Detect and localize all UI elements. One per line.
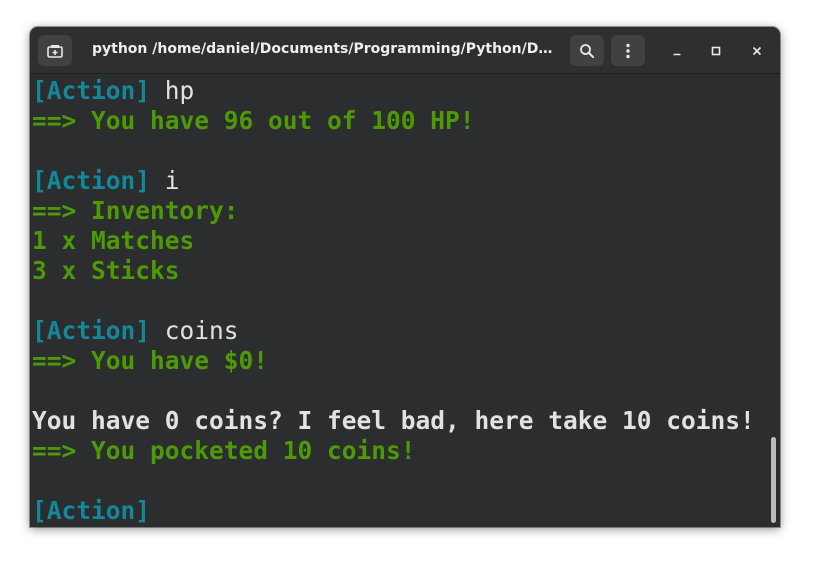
terminal-line: ==> You have 96 out of 100 HP! <box>32 106 475 135</box>
new-tab-icon <box>47 44 63 58</box>
terminal-line: 3 x Sticks <box>32 256 180 285</box>
search-button[interactable] <box>570 35 604 66</box>
terminal-line: You have 0 coins? I feel bad, here take … <box>32 406 755 435</box>
new-tab-button[interactable] <box>38 35 72 66</box>
action-prompt: [Action] <box>32 76 151 105</box>
window-title: python /home/daniel/Documents/Programmin… <box>92 41 554 57</box>
terminal-window: python /home/daniel/Documents/Programmin… <box>30 27 780 527</box>
terminal-line: [Action] coins <box>32 316 239 346</box>
scrollbar-thumb[interactable] <box>771 437 776 523</box>
terminal-line: [Action] <box>32 496 150 526</box>
terminal-output[interactable]: [Action] hp ==> You have 96 out of 100 H… <box>30 74 780 527</box>
maximize-icon <box>711 46 721 56</box>
terminal-line: 1 x Matches <box>32 226 195 255</box>
minimize-icon <box>673 53 681 56</box>
minimize-button[interactable] <box>666 40 688 62</box>
maximize-button[interactable] <box>705 40 727 62</box>
user-command: coins <box>150 316 239 345</box>
kebab-menu-icon <box>626 43 630 58</box>
action-prompt: [Action] <box>32 166 151 195</box>
search-icon <box>580 43 594 58</box>
terminal-line: [Action] hp <box>32 76 194 106</box>
terminal-line: [Action] i <box>32 166 180 196</box>
close-icon <box>752 46 762 56</box>
title-bar: python /home/daniel/Documents/Programmin… <box>30 27 780 74</box>
terminal-line: ==> Inventory: <box>32 196 239 225</box>
terminal-line: ==> You pocketed 10 coins! <box>32 436 416 465</box>
menu-button[interactable] <box>611 35 645 66</box>
user-command: hp <box>150 76 195 105</box>
close-button[interactable] <box>746 40 768 62</box>
user-command: i <box>150 166 180 195</box>
action-prompt: [Action] <box>32 316 151 345</box>
action-prompt: [Action] <box>32 496 151 525</box>
terminal-line: ==> You have $0! <box>32 346 269 375</box>
